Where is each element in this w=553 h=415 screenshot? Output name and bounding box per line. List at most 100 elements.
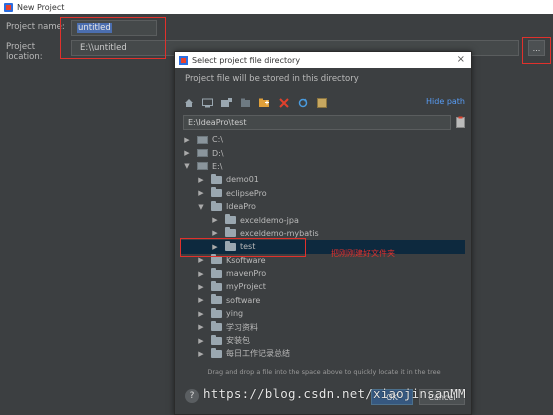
expand-right-arrow-icon[interactable]: ▶ bbox=[197, 310, 205, 318]
folder-icon bbox=[211, 254, 222, 265]
path-value: E:\IdeaPro\test bbox=[188, 118, 247, 127]
project-name-input[interactable]: untitled bbox=[71, 20, 157, 36]
expand-down-arrow-icon[interactable]: ▼ bbox=[197, 203, 205, 211]
tree-row[interactable]: ▶ Ksoftware bbox=[181, 254, 465, 267]
tree-item-label: E:\ bbox=[212, 161, 223, 171]
watermark: https://blog.csdn.net/xiaojinsanMM bbox=[203, 386, 466, 401]
project-name-label: Project name: bbox=[6, 22, 65, 32]
tree-row[interactable]: ▶ D:\ bbox=[181, 146, 465, 159]
folder-icon bbox=[211, 347, 222, 358]
tree-item-label: 安装包 bbox=[226, 336, 250, 346]
tree-row[interactable]: ▼ E:\ bbox=[181, 160, 465, 173]
tree-item-label: IdeaPro bbox=[226, 202, 256, 212]
tree-item-label: demo01 bbox=[226, 175, 259, 185]
project-name-row: Project name: bbox=[6, 22, 70, 32]
project-location-label: Project location: bbox=[6, 42, 43, 62]
new-folder-icon[interactable] bbox=[259, 98, 270, 108]
expand-right-arrow-icon[interactable]: ▶ bbox=[197, 283, 205, 291]
folder-icon bbox=[211, 267, 222, 278]
folder-icon bbox=[211, 334, 222, 345]
tree-row[interactable]: ▶ 学习资料 bbox=[181, 320, 465, 333]
expand-right-arrow-icon[interactable]: ▶ bbox=[183, 136, 191, 144]
tree-row[interactable]: ▼ IdeaPro bbox=[181, 200, 465, 213]
tree-row[interactable]: ▶ 安装包 bbox=[181, 334, 465, 347]
tree-row[interactable]: ▶ C:\ bbox=[181, 133, 465, 146]
desktop-icon[interactable] bbox=[202, 98, 213, 108]
select-directory-dialog: Select project file directory × Project … bbox=[174, 51, 472, 415]
tree-row[interactable]: ▶ mavenPro bbox=[181, 267, 465, 280]
module-icon[interactable] bbox=[240, 98, 251, 108]
tree-row[interactable]: ▶ eclipsePro bbox=[181, 187, 465, 200]
tree-row[interactable]: ▶ software bbox=[181, 294, 465, 307]
tree-item-label: Ksoftware bbox=[226, 255, 266, 265]
expand-right-arrow-icon[interactable]: ▶ bbox=[197, 270, 205, 278]
folder-icon bbox=[211, 321, 222, 332]
hide-path-link[interactable]: Hide path bbox=[426, 97, 465, 106]
expand-right-arrow-icon[interactable]: ▶ bbox=[197, 176, 205, 184]
tree-row[interactable]: ▶ ying bbox=[181, 307, 465, 320]
delete-icon[interactable] bbox=[278, 98, 289, 108]
expand-right-arrow-icon[interactable]: ▶ bbox=[197, 256, 205, 264]
path-input[interactable]: E:\IdeaPro\test bbox=[183, 115, 451, 130]
folder-icon bbox=[225, 240, 236, 251]
expand-right-arrow-icon[interactable]: ▶ bbox=[183, 149, 191, 157]
tree-item-label: test bbox=[240, 242, 256, 252]
window-title: New Project bbox=[17, 2, 65, 12]
tree-row[interactable]: ▶ exceldemo-jpa bbox=[181, 213, 465, 226]
directory-tree[interactable]: ▶ C:\ ▶ D:\ ▼ E:\ ▶ demo01 ▶ eclipsePro ▼ IdeaPro ▶ e… bbox=[181, 133, 465, 369]
project-name-value: untitled bbox=[77, 23, 112, 33]
tree-item-label: C:\ bbox=[212, 135, 223, 145]
intellij-app-icon bbox=[4, 2, 13, 12]
dialog-title: Select project file directory bbox=[192, 55, 301, 65]
project-icon[interactable] bbox=[221, 98, 232, 108]
intellij-app-icon bbox=[179, 55, 188, 65]
tree-item-label: 每日工作记录总结 bbox=[226, 349, 290, 359]
tree-row[interactable]: ▶ demo01 bbox=[181, 173, 465, 186]
folder-icon bbox=[211, 280, 222, 291]
folder-icon bbox=[225, 214, 236, 225]
folder-icon bbox=[211, 173, 222, 184]
tree-item-label: myProject bbox=[226, 282, 266, 292]
home-icon[interactable] bbox=[183, 98, 194, 108]
tree-item-label: eclipsePro bbox=[226, 188, 267, 198]
tree-row[interactable]: ▶ myProject bbox=[181, 280, 465, 293]
folder-icon bbox=[211, 294, 222, 305]
tree-item-label: exceldemo-mybatis bbox=[240, 228, 319, 238]
tree-row[interactable]: ▶ test bbox=[181, 240, 465, 254]
expand-right-arrow-icon[interactable]: ▶ bbox=[197, 323, 205, 331]
expand-right-arrow-icon[interactable]: ▶ bbox=[211, 243, 219, 251]
tree-item-label: mavenPro bbox=[226, 269, 267, 279]
folder-icon bbox=[211, 307, 222, 318]
tree-row[interactable]: ▶ 每日工作记录总结 bbox=[181, 347, 465, 360]
close-icon[interactable]: × bbox=[457, 54, 465, 65]
tree-item-label: D:\ bbox=[212, 148, 224, 158]
project-location-value: E:\\untitled bbox=[80, 43, 127, 53]
tree-item-label: ying bbox=[226, 309, 244, 319]
help-button[interactable]: ? bbox=[185, 389, 199, 403]
expand-right-arrow-icon[interactable]: ▶ bbox=[197, 296, 205, 304]
drag-hint: Drag and drop a file into the space abov… bbox=[207, 368, 441, 376]
dialog-titlebar: Select project file directory × bbox=[175, 52, 471, 68]
tree-item-label: exceldemo-jpa bbox=[240, 215, 299, 225]
drive-icon bbox=[197, 149, 208, 158]
clipboard-icon[interactable] bbox=[456, 116, 465, 128]
refresh-icon[interactable] bbox=[297, 98, 308, 108]
dialog-description: Project file will be stored in this dire… bbox=[185, 74, 359, 84]
expand-right-arrow-icon[interactable]: ▶ bbox=[197, 337, 205, 345]
folder-icon bbox=[211, 187, 222, 198]
drive-icon bbox=[197, 162, 208, 171]
show-hidden-icon[interactable] bbox=[316, 98, 327, 108]
folder-icon bbox=[225, 227, 236, 238]
dialog-toolbar: Hide path bbox=[183, 96, 465, 110]
folder-icon bbox=[211, 200, 222, 211]
browse-button[interactable]: ... bbox=[528, 40, 545, 56]
window-titlebar: New Project bbox=[0, 0, 553, 14]
tree-row[interactable]: ▶ exceldemo-mybatis bbox=[181, 227, 465, 240]
expand-right-arrow-icon[interactable]: ▶ bbox=[211, 216, 219, 224]
drive-icon bbox=[197, 135, 208, 144]
expand-right-arrow-icon[interactable]: ▶ bbox=[211, 229, 219, 237]
expand-right-arrow-icon[interactable]: ▶ bbox=[197, 350, 205, 358]
annotation-text: 把刚刚建好文件夹 bbox=[331, 249, 395, 258]
expand-right-arrow-icon[interactable]: ▶ bbox=[197, 189, 205, 197]
expand-down-arrow-icon[interactable]: ▼ bbox=[183, 162, 191, 170]
